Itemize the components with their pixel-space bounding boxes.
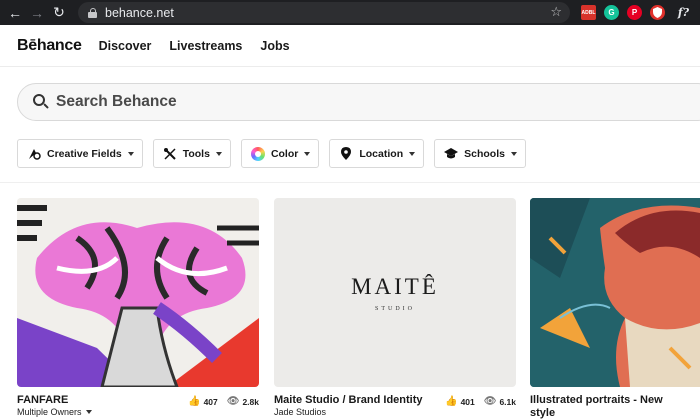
- project-card[interactable]: MAITÊ STUDIO Maite Studio / Brand Identi…: [274, 198, 516, 417]
- project-card[interactable]: Illustrated portraits - New style: [530, 198, 700, 419]
- project-title[interactable]: Illustrated portraits - New style: [530, 394, 663, 420]
- project-card[interactable]: FANFARE Multiple Owners 👍 407 👁 2.8k: [17, 198, 259, 417]
- cover-subtitle: STUDIO: [375, 305, 415, 312]
- project-owner[interactable]: Multiple Owners: [17, 407, 92, 417]
- thumbs-up-icon: 👍: [188, 396, 201, 407]
- reload-icon[interactable]: ↻: [48, 0, 70, 25]
- chevron-down-icon: [304, 151, 311, 156]
- forward-arrow-icon[interactable]: →: [26, 0, 48, 25]
- filter-tools[interactable]: Tools: [152, 139, 231, 168]
- eye-icon: 👁: [483, 396, 497, 407]
- filter-schools[interactable]: Schools: [434, 139, 526, 168]
- search-icon: [33, 94, 49, 110]
- url-text[interactable]: behance.net: [105, 6, 174, 20]
- filter-label: Color: [270, 147, 299, 160]
- behance-logo[interactable]: Bēhance: [17, 37, 82, 55]
- chevron-down-icon: [127, 151, 134, 156]
- shield-extension-icon[interactable]: [650, 5, 665, 20]
- filter-location[interactable]: Location: [329, 139, 425, 168]
- chevron-down-icon: [510, 151, 517, 156]
- site-header: Bēhance Discover Livestreams Jobs: [0, 25, 700, 67]
- filter-label: Creative Fields: [47, 147, 122, 160]
- font-extension-icon[interactable]: f?: [676, 5, 691, 20]
- project-cover-image[interactable]: [17, 198, 259, 387]
- filter-color[interactable]: Color: [240, 139, 320, 168]
- filter-label: Location: [359, 147, 404, 160]
- project-title[interactable]: FANFARE: [17, 394, 68, 406]
- address-bar[interactable]: behance.net ☆: [78, 2, 570, 23]
- project-title[interactable]: Maite Studio / Brand Identity: [274, 394, 423, 406]
- project-title-line2: style: [530, 407, 556, 419]
- section-divider: [0, 182, 700, 183]
- nav-discover[interactable]: Discover: [99, 39, 152, 53]
- bookmark-star-icon[interactable]: ☆: [550, 4, 562, 20]
- adblock-extension-icon[interactable]: ADBL: [581, 5, 596, 20]
- browser-toolbar: ← → ↻ behance.net ☆ ADBL G P f?: [0, 0, 700, 25]
- project-stats: 👍 401 👁 6.1k: [445, 396, 516, 407]
- view-count: 6.1k: [499, 396, 516, 407]
- color-wheel-icon: [250, 146, 265, 161]
- project-owner[interactable]: Jade Studios: [274, 407, 326, 417]
- project-cover-image[interactable]: [530, 198, 700, 387]
- like-count: 401: [460, 396, 475, 407]
- graduation-cap-icon: [444, 147, 459, 161]
- project-title-line1: Illustrated portraits - New: [530, 394, 663, 406]
- filter-creative-fields[interactable]: Creative Fields: [17, 139, 143, 168]
- lock-icon: [88, 7, 97, 18]
- project-cover-image[interactable]: MAITÊ STUDIO: [274, 198, 516, 387]
- creative-fields-icon: [27, 147, 41, 161]
- pinterest-extension-icon[interactable]: P: [627, 5, 642, 20]
- eye-icon: 👁: [226, 396, 240, 407]
- owner-name: Jade Studios: [274, 407, 327, 417]
- nav-jobs[interactable]: Jobs: [260, 39, 289, 53]
- search-bar[interactable]: [17, 83, 700, 121]
- chevron-down-icon: [409, 151, 416, 156]
- filter-bar: Creative Fields Tools Color Location Sch…: [17, 139, 526, 168]
- view-count: 2.8k: [242, 396, 259, 407]
- search-input[interactable]: [56, 93, 456, 111]
- owner-name: Multiple Owners: [17, 407, 82, 417]
- chevron-down-icon: [85, 410, 92, 414]
- project-stats: 👍 407 👁 2.8k: [188, 396, 259, 407]
- nav-livestreams[interactable]: Livestreams: [169, 39, 242, 53]
- grammarly-extension-icon[interactable]: G: [604, 5, 619, 20]
- tools-icon: [163, 147, 177, 161]
- thumbs-up-icon: 👍: [445, 396, 458, 407]
- chevron-down-icon: [215, 151, 222, 156]
- like-count: 407: [203, 396, 218, 407]
- filter-label: Schools: [464, 147, 505, 160]
- cover-wordmark: MAITÊ: [351, 273, 439, 299]
- location-pin-icon: [339, 147, 353, 161]
- back-arrow-icon[interactable]: ←: [4, 0, 26, 25]
- filter-label: Tools: [182, 147, 210, 160]
